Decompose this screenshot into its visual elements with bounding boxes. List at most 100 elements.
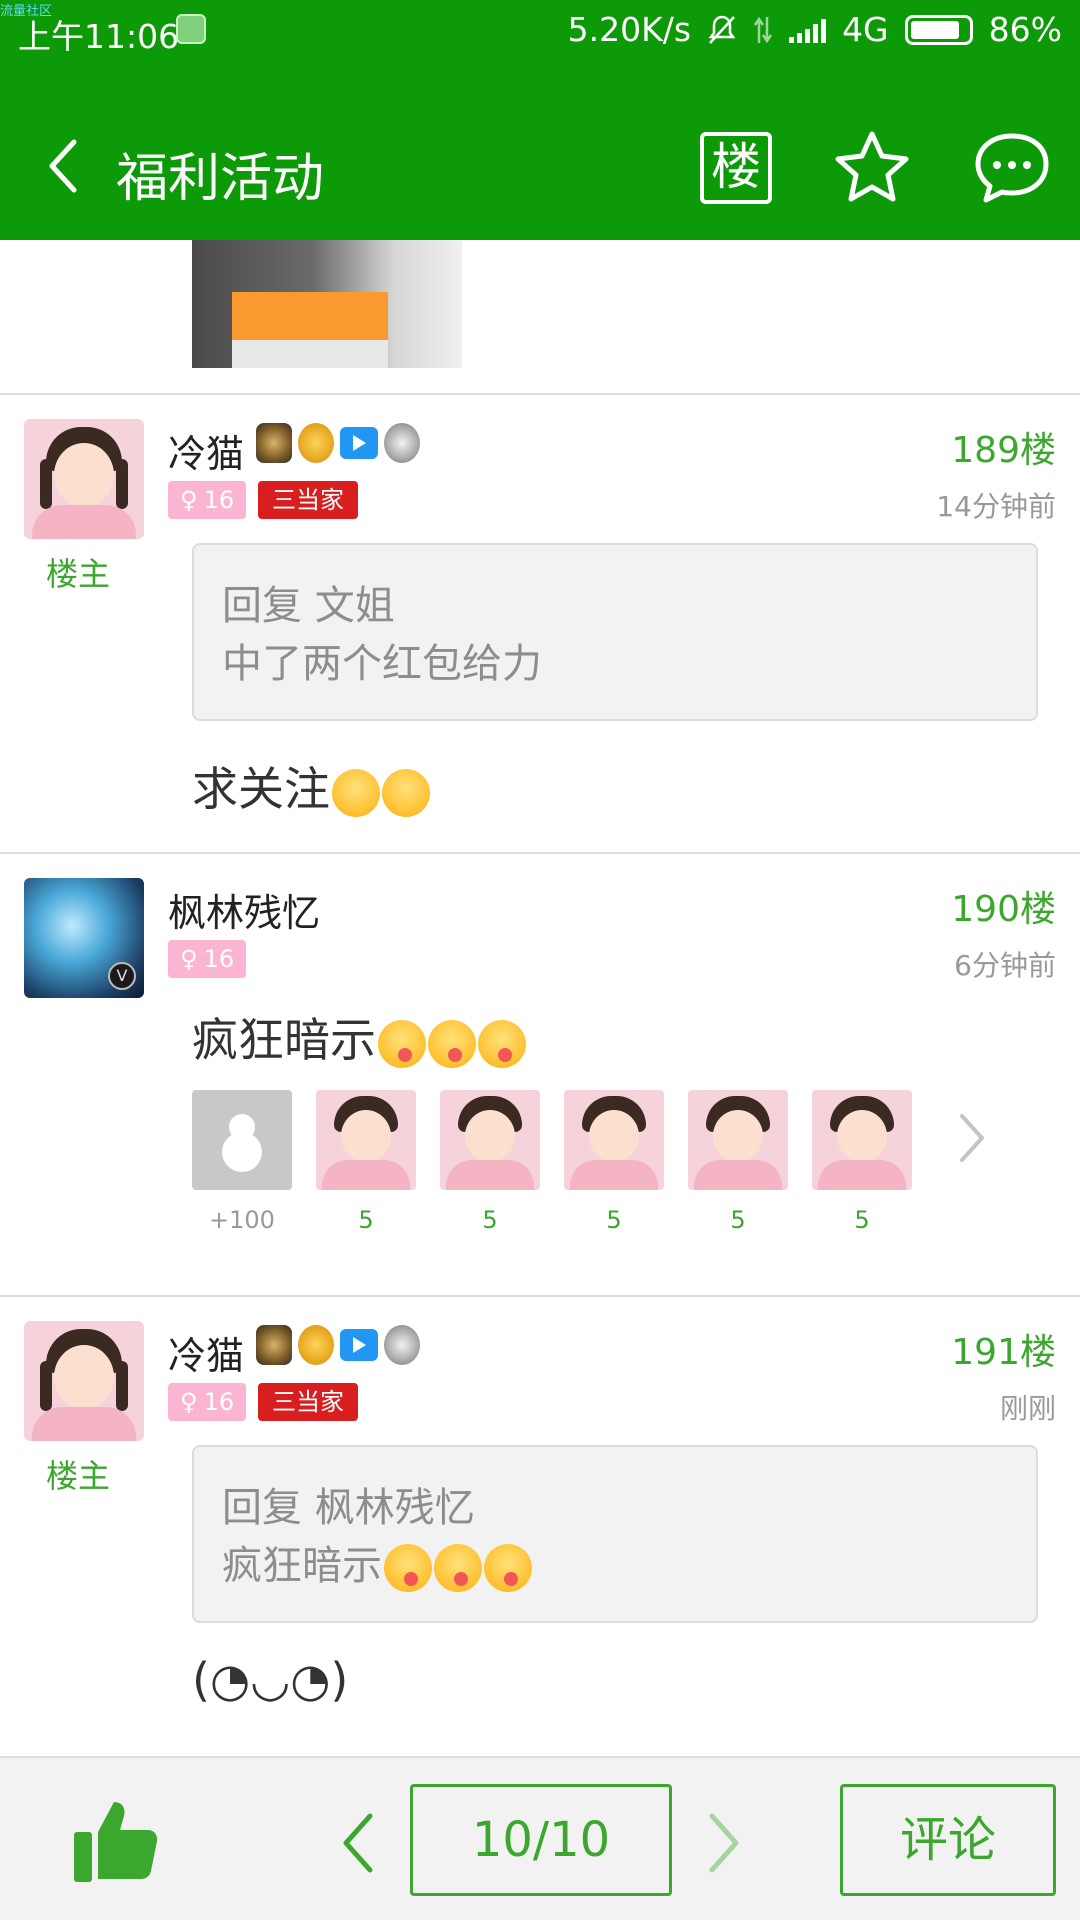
quote-line-2: 中了两个红包给力 — [222, 641, 542, 687]
signal-icon — [789, 17, 827, 43]
post-body: (◔◡◔) — [192, 1653, 349, 1707]
battery-icon — [904, 14, 973, 45]
video-badge-icon — [340, 1329, 378, 1361]
crown-badge-icon — [298, 423, 334, 463]
avatar — [316, 1090, 416, 1190]
avatar[interactable] — [24, 419, 144, 539]
verified-icon: V — [108, 962, 136, 990]
back-arrow-icon[interactable] — [40, 136, 88, 196]
post-time: 14分钟前 — [936, 490, 1056, 523]
chevron-right-icon[interactable] — [952, 1108, 992, 1168]
female-icon: ♀ — [180, 486, 198, 514]
post-body: 求关注 — [192, 753, 430, 819]
avatar — [564, 1090, 664, 1190]
chevron-right-icon[interactable] — [702, 1810, 746, 1876]
reward-list: +100 5 5 5 5 5 — [192, 1090, 912, 1234]
level-value: 16 — [203, 1388, 235, 1416]
page-indicator[interactable]: 10/10 — [410, 1784, 672, 1896]
level-badge: ♀ 16 — [168, 481, 247, 519]
network-type: 4G — [842, 10, 889, 49]
post-191: 楼主 冷猫 ♀ 16 三当家 191楼 刚刚 回复 枫林残忆 疯狂暗示 (◔◡◔) — [0, 1297, 1080, 1756]
post-time: 6分钟前 — [954, 949, 1056, 982]
thumbs-up-icon[interactable] — [70, 1792, 166, 1888]
star-icon[interactable] — [832, 128, 912, 208]
tongue-emoji — [478, 1019, 526, 1068]
message-bubble-icon[interactable] — [972, 130, 1052, 206]
battery-percent: 86% — [988, 10, 1062, 49]
reward-count: 5 — [606, 1206, 622, 1234]
app-notification-icon — [176, 14, 206, 44]
avatar[interactable] — [24, 1321, 144, 1441]
reward-item[interactable]: 5 — [440, 1090, 540, 1234]
post-text: 疯狂暗示 — [192, 1013, 376, 1067]
video-badge-icon — [340, 427, 378, 459]
username[interactable]: 冷猫 — [168, 423, 244, 478]
quoted-reply[interactable]: 回复 枫林残忆 疯狂暗示 — [192, 1445, 1038, 1623]
reward-item[interactable]: 5 — [564, 1090, 664, 1234]
page-title: 福利活动 — [116, 149, 325, 209]
data-arrows-icon — [754, 16, 773, 43]
smile-emoji — [332, 768, 380, 817]
level-value: 16 — [203, 945, 235, 973]
status-bar: 流量社区 上午11:06 5.20K/s 4G 86% — [0, 0, 1080, 60]
jump-to-floor-button[interactable]: 楼 — [700, 132, 772, 204]
op-label: 楼主 — [46, 1457, 111, 1495]
tongue-emoji — [484, 1544, 532, 1592]
post-time: 刚刚 — [999, 1392, 1056, 1425]
reward-item[interactable]: +100 — [192, 1090, 292, 1234]
level-badge: ♀ 16 — [168, 1383, 247, 1421]
reward-item[interactable]: 5 — [688, 1090, 788, 1234]
reward-count: 5 — [482, 1206, 498, 1234]
floor-number: 189楼 — [951, 430, 1056, 471]
chevron-left-icon[interactable] — [336, 1810, 380, 1876]
quote-line-2: 疯狂暗示 — [222, 1537, 1008, 1595]
previous-post-image[interactable] — [192, 240, 462, 368]
tongue-emoji — [434, 1544, 482, 1592]
thread-content[interactable]: 楼主 冷猫 ♀ 16 三当家 189楼 14分钟前 回复 文姐 中了两个红包给力 … — [0, 240, 1080, 1756]
status-indicators: 5.20K/s 4G 86% — [568, 10, 1062, 49]
reward-count: 5 — [854, 1206, 870, 1234]
smile-emoji — [382, 768, 430, 817]
crown-badge-icon — [298, 1325, 334, 1365]
user-badges — [256, 1325, 420, 1365]
username[interactable]: 枫林残忆 — [168, 882, 320, 937]
floor-number: 191楼 — [951, 1332, 1056, 1373]
title-badge: 三当家 — [258, 1383, 358, 1421]
bell-muted-icon — [708, 15, 736, 44]
avatar — [812, 1090, 912, 1190]
post-body: 疯狂暗示 — [192, 1004, 526, 1070]
medal-badge-icon — [384, 423, 420, 463]
quoted-reply[interactable]: 回复 文姐 中了两个红包给力 — [192, 543, 1038, 721]
level-badge: ♀ 16 — [168, 940, 247, 978]
tongue-emoji — [384, 1544, 432, 1592]
username[interactable]: 冷猫 — [168, 1325, 244, 1380]
female-icon: ♀ — [180, 945, 198, 973]
tongue-emoji — [378, 1019, 426, 1068]
comment-button[interactable]: 评论 — [840, 1784, 1056, 1896]
network-speed: 5.20K/s — [567, 10, 692, 49]
title-badge: 三当家 — [258, 481, 358, 519]
reward-count: +100 — [209, 1206, 275, 1234]
female-icon: ♀ — [180, 1388, 198, 1416]
level-value: 16 — [203, 486, 235, 514]
lol-badge-icon — [256, 1325, 292, 1365]
post-text: 求关注 — [192, 762, 330, 816]
avatar — [688, 1090, 788, 1190]
quote-line-1: 回复 文姐 — [222, 583, 395, 629]
quote-line-1: 回复 枫林残忆 — [222, 1485, 475, 1531]
gourd-icon — [192, 1090, 292, 1190]
quote-text: 疯狂暗示 — [222, 1543, 382, 1589]
avatar[interactable]: V — [24, 878, 144, 998]
app-header: 福利活动 楼 — [0, 60, 1080, 240]
status-time: 上午11:06 — [18, 17, 180, 56]
reward-item[interactable]: 5 — [812, 1090, 912, 1234]
reward-count: 5 — [730, 1206, 746, 1234]
floor-number: 190楼 — [951, 889, 1056, 930]
medal-badge-icon — [384, 1325, 420, 1365]
reward-count: 5 — [358, 1206, 374, 1234]
post-190: V 枫林残忆 ♀ 16 190楼 6分钟前 疯狂暗示 +100 5 5 5 5 … — [0, 854, 1080, 1294]
op-label: 楼主 — [46, 555, 111, 593]
tongue-emoji — [428, 1019, 476, 1068]
reward-item[interactable]: 5 — [316, 1090, 416, 1234]
avatar — [440, 1090, 540, 1190]
